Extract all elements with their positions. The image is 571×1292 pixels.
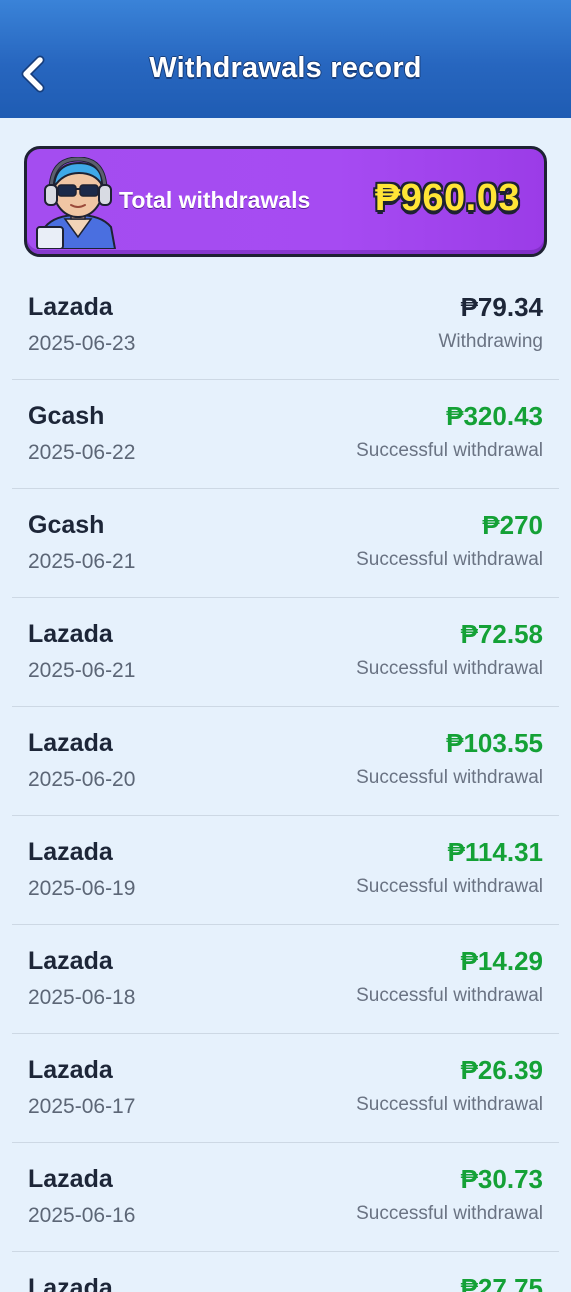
withdrawal-record-row[interactable]: Lazada 2025-06-18 ₱14.29 Successful withdra…	[12, 925, 559, 1034]
record-date: 2025-06-20	[28, 768, 136, 791]
record-status: Successful withdrawal	[356, 876, 543, 897]
record-status: Successful withdrawal	[356, 985, 543, 1006]
record-status: Successful withdrawal	[356, 658, 543, 679]
withdrawal-record-row[interactable]: Lazada 2025-06-16 ₱30.73 Successful withdra…	[12, 1143, 559, 1252]
record-status: Successful withdrawal	[356, 1094, 543, 1115]
withdrawal-records-list: Lazada 2025-06-23 ₱79.34 Withdrawing Gcash 20…	[12, 271, 559, 1292]
record-amount: ₱320.43	[446, 401, 543, 431]
total-withdrawals-card: Total withdrawals ₱960.03	[24, 146, 547, 257]
record-date: 2025-06-16	[28, 1204, 136, 1227]
record-amount: ₱30.73	[460, 1164, 543, 1194]
record-status: Successful withdrawal	[356, 767, 543, 788]
record-amount: ₱114.31	[447, 837, 543, 867]
withdrawal-record-row[interactable]: Lazada 2025-06-19 ₱114.31 Successful withdr…	[12, 816, 559, 925]
record-status: Successful withdrawal	[356, 549, 543, 570]
record-status: Withdrawing	[438, 331, 543, 352]
record-amount: ₱270	[482, 510, 543, 540]
top-bar: Withdrawals record	[0, 0, 571, 118]
record-date: 2025-06-19	[28, 877, 136, 900]
record-method: Lazada	[28, 729, 113, 757]
record-method: Lazada	[28, 1165, 113, 1193]
record-method: Lazada	[28, 1056, 113, 1084]
record-amount: ₱79.34	[460, 292, 543, 322]
withdrawal-record-row[interactable]: Lazada 2025-06-21 ₱72.58 Successful withdra…	[12, 598, 559, 707]
record-date: 2025-06-17	[28, 1095, 136, 1118]
withdrawal-record-row[interactable]: Lazada ₱27.75	[12, 1252, 559, 1292]
withdrawal-record-row[interactable]: Lazada 2025-06-23 ₱79.34 Withdrawing	[12, 271, 559, 380]
withdrawal-record-row[interactable]: Gcash 2025-06-22 ₱320.43 Successful withdra…	[12, 380, 559, 489]
record-amount: ₱26.39	[460, 1055, 543, 1085]
total-withdrawals-label: Total withdrawals	[119, 187, 311, 213]
record-method: Lazada	[28, 1274, 113, 1292]
record-method: Lazada	[28, 838, 113, 866]
record-date: 2025-06-21	[28, 659, 136, 682]
record-status: Successful withdrawal	[356, 440, 543, 461]
record-method: Lazada	[28, 947, 113, 975]
record-amount: ₱72.58	[460, 619, 543, 649]
withdrawal-record-row[interactable]: Gcash 2025-06-21 ₱270 Successful withdrawal	[12, 489, 559, 598]
withdrawal-record-row[interactable]: Lazada 2025-06-17 ₱26.39 Successful withdra…	[12, 1034, 559, 1143]
record-date: 2025-06-23	[28, 332, 136, 355]
withdrawal-record-row[interactable]: Lazada 2025-06-20 ₱103.55 Successful withdr…	[12, 707, 559, 816]
record-date: 2025-06-22	[28, 441, 136, 464]
record-amount: ₱14.29	[460, 946, 543, 976]
record-method: Lazada	[28, 293, 113, 321]
record-amount: ₱27.75	[460, 1273, 543, 1292]
record-method: Gcash	[28, 511, 105, 539]
record-date: 2025-06-18	[28, 986, 136, 1009]
record-amount: ₱103.55	[446, 728, 543, 758]
avatar-headphones-icon	[36, 157, 117, 249]
page-title: Withdrawals record	[149, 52, 422, 84]
record-date: 2025-06-21	[28, 550, 136, 573]
total-withdrawals-amount: ₱960.03	[374, 177, 520, 219]
record-status: Successful withdrawal	[356, 1203, 543, 1224]
record-method: Lazada	[28, 620, 113, 648]
record-method: Gcash	[28, 402, 105, 430]
